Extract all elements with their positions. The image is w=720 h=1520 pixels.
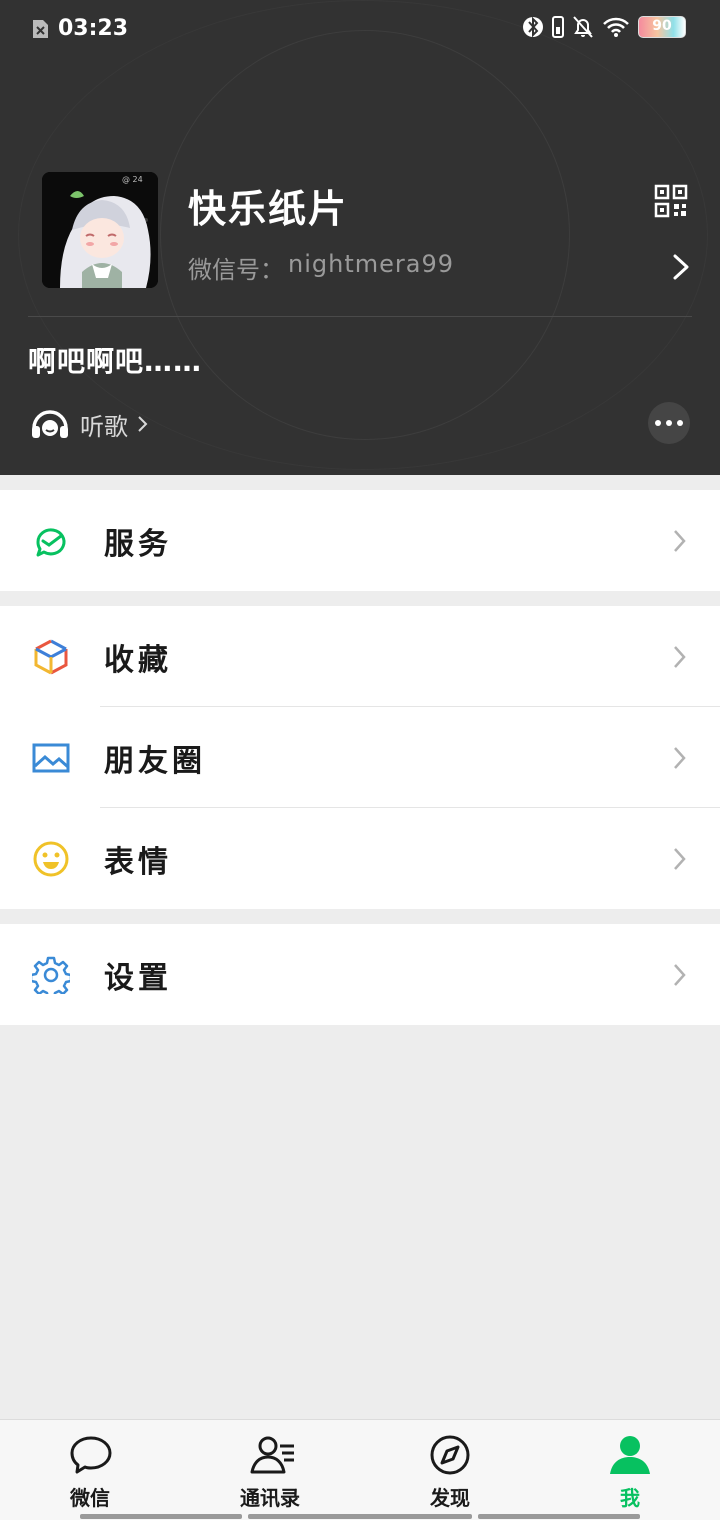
person-icon bbox=[610, 1436, 650, 1474]
menu-label-favorites: 收藏 bbox=[104, 642, 172, 678]
status-message[interactable]: 啊吧啊吧…… bbox=[28, 340, 202, 380]
header-divider bbox=[28, 316, 692, 317]
listen-label: 听歌 bbox=[80, 412, 128, 441]
chevron-right-icon[interactable] bbox=[670, 252, 692, 282]
menu-group-services: 服务 bbox=[0, 490, 720, 591]
status-bar: 03:23 90 bbox=[0, 0, 720, 60]
menu-group-content: 收藏 朋友圈 表情 bbox=[0, 606, 720, 909]
moments-picture-icon bbox=[32, 743, 70, 772]
avatar[interactable]: @ 24 bbox=[42, 172, 158, 288]
menu-item-services[interactable]: 服务 bbox=[0, 490, 720, 591]
chevron-right-icon bbox=[138, 416, 148, 432]
menu-label-services: 服务 bbox=[104, 526, 172, 562]
headphones-icon bbox=[32, 410, 68, 438]
wechat-id-label: 微信号： bbox=[188, 256, 284, 284]
menu-label-settings: 设置 bbox=[104, 960, 172, 996]
gesture-bar-segment bbox=[478, 1514, 640, 1519]
tab-chats[interactable]: 微信 bbox=[30, 1420, 150, 1520]
avatar-image: @ 24 bbox=[42, 172, 158, 288]
bottom-tab-bar: 微信 通讯录 发现 我 bbox=[0, 1419, 720, 1520]
status-time: 03:23 bbox=[58, 16, 129, 41]
more-options-button[interactable] bbox=[648, 402, 690, 444]
more-dots-icon bbox=[655, 420, 683, 426]
nickname[interactable]: 快乐纸片 bbox=[188, 178, 348, 233]
gear-icon bbox=[32, 956, 70, 994]
vibrate-icon bbox=[552, 16, 564, 38]
tab-label-chats: 微信 bbox=[70, 1486, 110, 1510]
wifi-icon bbox=[603, 17, 629, 37]
menu-item-moments[interactable]: 朋友圈 bbox=[0, 707, 720, 808]
contacts-icon bbox=[250, 1436, 294, 1474]
smiley-face-icon bbox=[33, 841, 69, 876]
chevron-right-icon bbox=[674, 746, 686, 769]
menu-label-stickers: 表情 bbox=[104, 844, 172, 880]
services-icon bbox=[36, 527, 66, 556]
tab-contacts[interactable]: 通讯录 bbox=[210, 1420, 330, 1520]
no-sim-icon bbox=[33, 20, 48, 38]
menu-item-favorites[interactable]: 收藏 bbox=[0, 606, 720, 707]
menu-label-moments: 朋友圈 bbox=[104, 743, 206, 779]
bluetooth-icon bbox=[523, 16, 543, 38]
tab-label-contacts: 通讯录 bbox=[240, 1486, 300, 1510]
tab-discover[interactable]: 发现 bbox=[390, 1420, 510, 1520]
battery-icon: 90 bbox=[638, 16, 686, 38]
svg-text:@ 24: @ 24 bbox=[122, 175, 143, 184]
chat-bubble-icon bbox=[70, 1436, 112, 1474]
tab-me[interactable]: 我 bbox=[570, 1420, 690, 1520]
chevron-right-icon bbox=[674, 963, 686, 986]
gesture-bar-segment bbox=[80, 1514, 242, 1519]
wechat-id[interactable]: 微信号： nightmera99 bbox=[188, 250, 454, 285]
menu-item-settings[interactable]: 设置 bbox=[0, 924, 720, 1025]
listen-music-button[interactable]: 听歌 bbox=[30, 404, 150, 444]
menu-group-settings: 设置 bbox=[0, 924, 720, 1025]
header-decor-circle bbox=[160, 30, 570, 440]
profile-header: 03:23 90 @ 24 快乐纸片 微信号： nightmera99 啊吧啊吧… bbox=[0, 0, 720, 475]
compass-icon bbox=[430, 1435, 470, 1475]
gesture-bar-segment bbox=[248, 1514, 472, 1519]
tab-label-discover: 发现 bbox=[430, 1486, 470, 1510]
bell-off-icon bbox=[573, 16, 593, 38]
chevron-right-icon bbox=[674, 847, 686, 870]
chevron-right-icon bbox=[674, 529, 686, 552]
wechat-id-value: nightmera99 bbox=[288, 250, 454, 278]
favorites-cube-icon bbox=[34, 639, 68, 674]
battery-level: 90 bbox=[652, 18, 672, 34]
menu-item-stickers[interactable]: 表情 bbox=[0, 808, 720, 909]
qr-code-icon[interactable] bbox=[654, 184, 688, 218]
chevron-right-icon bbox=[674, 645, 686, 668]
status-icons: 90 bbox=[522, 14, 686, 40]
tab-label-me: 我 bbox=[620, 1486, 640, 1510]
